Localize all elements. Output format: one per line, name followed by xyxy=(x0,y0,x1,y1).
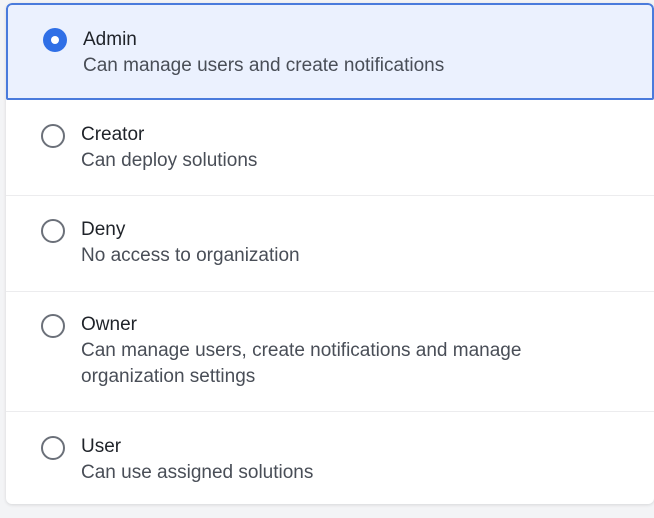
radio-checked-icon[interactable] xyxy=(43,28,67,52)
role-option-deny[interactable]: Deny No access to organization xyxy=(6,196,654,292)
role-label-admin: Admin xyxy=(83,29,137,50)
role-description-user: Can use assigned solutions xyxy=(81,462,314,483)
role-label-creator: Creator xyxy=(81,124,145,145)
role-option-admin[interactable]: Admin Can manage users and create notifi… xyxy=(6,3,654,100)
role-label-deny: Deny xyxy=(81,219,126,240)
role-label-user: User xyxy=(81,436,122,457)
role-option-owner[interactable]: Owner Can manage users, create notificat… xyxy=(6,292,654,412)
role-description-owner: Can manage users, create notifications a… xyxy=(81,340,522,387)
role-label-owner: Owner xyxy=(81,314,137,335)
role-description-creator: Can deploy solutions xyxy=(81,150,258,171)
radio-unchecked-icon[interactable] xyxy=(41,219,65,243)
role-option-user[interactable]: User Can use assigned solutions xyxy=(6,412,654,504)
role-option-creator[interactable]: Creator Can deploy solutions xyxy=(6,100,654,196)
radio-unchecked-icon[interactable] xyxy=(41,314,65,338)
role-description-admin: Can manage users and create notification… xyxy=(83,55,445,76)
radio-unchecked-icon[interactable] xyxy=(41,124,65,148)
role-selector: Admin Can manage users and create notifi… xyxy=(6,3,654,504)
role-description-deny: No access to organization xyxy=(81,245,300,266)
radio-unchecked-icon[interactable] xyxy=(41,436,65,460)
